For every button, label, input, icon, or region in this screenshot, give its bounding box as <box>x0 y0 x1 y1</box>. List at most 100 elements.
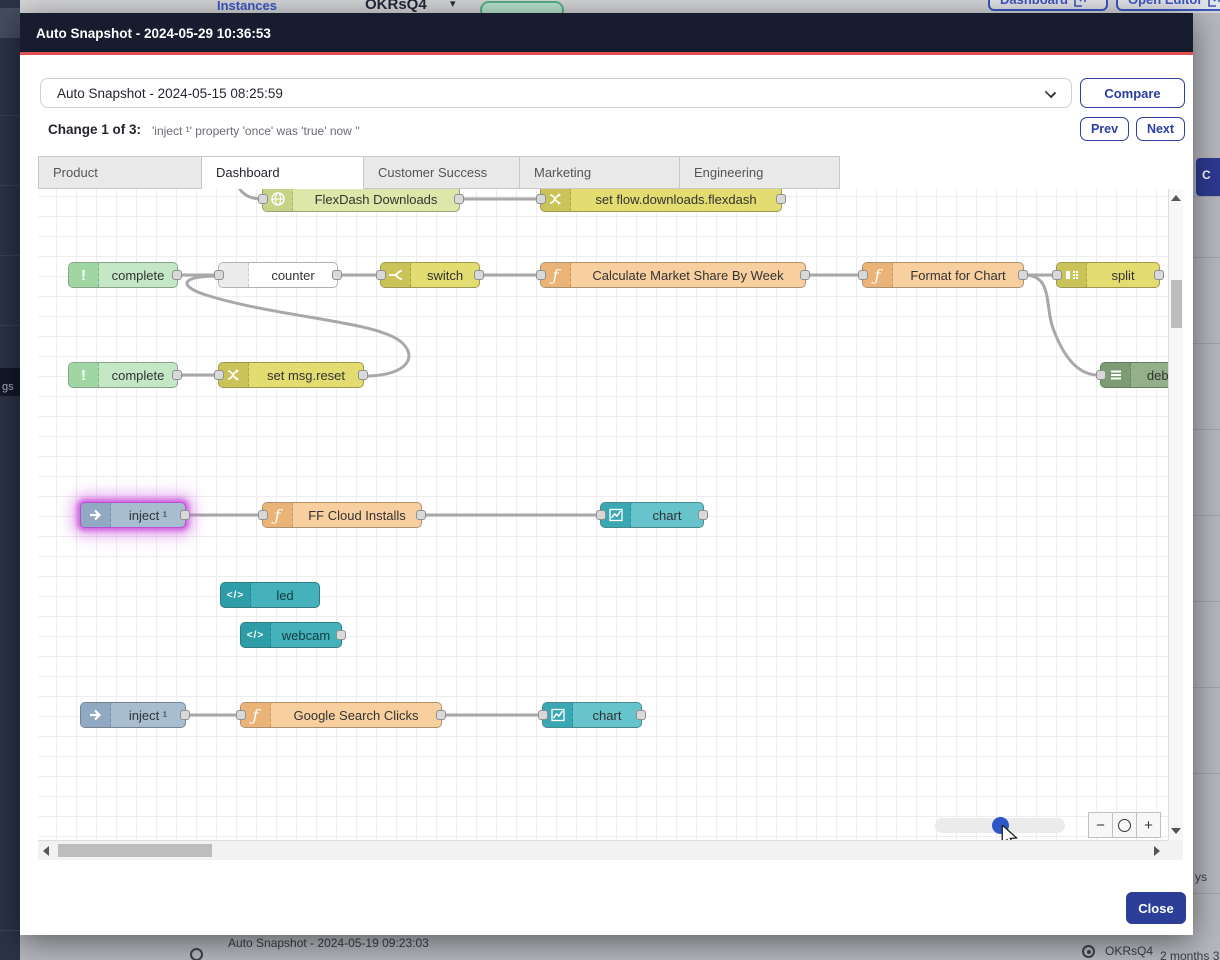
tab-product[interactable]: Product <box>38 156 202 189</box>
close-button[interactable]: Close <box>1126 892 1186 924</box>
node-debug[interactable]: debug <box>1100 362 1168 388</box>
open-editor-button[interactable]: Open Editor <box>1116 0 1220 11</box>
port-output[interactable] <box>474 270 484 280</box>
node-label: complete <box>99 363 177 387</box>
port-output[interactable] <box>454 194 464 204</box>
snapshot-select[interactable]: Auto Snapshot - 2024-05-15 08:25:59 <box>40 78 1072 108</box>
wire <box>187 276 409 376</box>
port-output[interactable] <box>332 270 342 280</box>
port-output[interactable] <box>180 510 190 520</box>
node-label: Calculate Market Share By Week <box>571 263 805 287</box>
background-text-fragment: ys <box>1195 870 1207 884</box>
mouse-cursor <box>998 825 1020 840</box>
exclamation-icon: ! <box>69 363 99 387</box>
chevron-down-icon: ▾ <box>450 0 456 10</box>
node-flexdash-downloads[interactable]: FlexDash Downloads <box>262 189 460 212</box>
port-output[interactable] <box>172 270 182 280</box>
port-output[interactable] <box>698 510 708 520</box>
node-webcam[interactable]: </> webcam <box>240 622 342 648</box>
zoom-out-button[interactable]: − <box>1089 813 1113 837</box>
snapshot-select-value: Auto Snapshot - 2024-05-15 08:25:59 <box>57 86 283 101</box>
prev-button[interactable]: Prev <box>1080 117 1129 141</box>
port-output[interactable] <box>180 710 190 720</box>
node-complete-1[interactable]: ! complete <box>68 262 178 288</box>
wire <box>1024 275 1098 375</box>
port-output[interactable] <box>800 270 810 280</box>
port-input[interactable] <box>1052 270 1062 280</box>
tab-marketing[interactable]: Marketing <box>520 156 680 189</box>
instance-name: OKRsQ4 <box>365 0 427 13</box>
flow-canvas[interactable]: FlexDash Downloads set flow.downloads.fl… <box>38 189 1168 840</box>
port-input[interactable] <box>214 370 224 380</box>
node-switch[interactable]: switch <box>380 262 480 288</box>
compare-button[interactable]: Compare <box>1080 78 1185 108</box>
node-format-for-chart[interactable]: ƒ Format for Chart <box>862 262 1024 288</box>
node-ff-cloud-installs[interactable]: ƒ FF Cloud Installs <box>262 502 422 528</box>
port-output[interactable] <box>436 710 446 720</box>
node-complete-2[interactable]: ! complete <box>68 362 178 388</box>
node-counter[interactable]: counter <box>218 262 338 288</box>
node-label: FlexDash Downloads <box>293 189 459 211</box>
zoom-in-button[interactable]: + <box>1137 813 1160 837</box>
port-input[interactable] <box>376 270 386 280</box>
node-label: chart <box>573 703 641 727</box>
node-chart-1[interactable]: chart <box>600 502 704 528</box>
inject-arrow-icon <box>81 703 111 727</box>
instances-breadcrumb[interactable]: Instances <box>217 0 277 13</box>
scroll-right-icon[interactable] <box>1154 846 1160 856</box>
node-split[interactable]: split <box>1056 262 1160 288</box>
sidebar-item[interactable] <box>0 8 20 38</box>
vertical-scrollbar-thumb[interactable] <box>1171 280 1182 328</box>
port-input[interactable] <box>258 510 268 520</box>
node-calculate-market-share[interactable]: ƒ Calculate Market Share By Week <box>540 262 806 288</box>
next-button[interactable]: Next <box>1136 117 1185 141</box>
port-output[interactable] <box>336 630 346 640</box>
node-label: webcam <box>271 623 341 647</box>
template-code-icon: </> <box>221 583 251 607</box>
port-output[interactable] <box>1154 270 1164 280</box>
node-label: debug <box>1131 363 1168 387</box>
port-input[interactable] <box>538 710 548 720</box>
scrollbar-corner <box>1168 840 1183 860</box>
vertical-scrollbar[interactable] <box>1168 189 1183 840</box>
tab-engineering[interactable]: Engineering <box>680 156 840 189</box>
background-instance-name: OKRsQ4 <box>1105 944 1153 958</box>
scroll-up-icon[interactable] <box>1171 195 1181 201</box>
background-table-edge: C ys <box>1193 13 1220 935</box>
horizontal-scrollbar[interactable] <box>38 840 1168 860</box>
node-inject-highlighted[interactable]: inject ¹ <box>80 502 186 528</box>
port-output[interactable] <box>1018 270 1028 280</box>
tab-dashboard[interactable]: Dashboard <box>202 156 364 189</box>
port-input[interactable] <box>858 270 868 280</box>
node-chart-2[interactable]: chart <box>542 702 642 728</box>
clock-icon <box>190 948 203 960</box>
scroll-left-icon[interactable] <box>43 846 49 856</box>
port-input[interactable] <box>536 270 546 280</box>
port-input[interactable] <box>536 194 546 204</box>
node-set-msg-reset[interactable]: set msg.reset <box>218 362 364 388</box>
node-label: set msg.reset <box>249 363 363 387</box>
port-output[interactable] <box>776 194 786 204</box>
port-output[interactable] <box>636 710 646 720</box>
node-inject-2[interactable]: inject ¹ <box>80 702 186 728</box>
port-input[interactable] <box>214 270 224 280</box>
port-input[interactable] <box>596 510 606 520</box>
port-input[interactable] <box>236 710 246 720</box>
node-set-flow-downloads[interactable]: set flow.downloads.flexdash <box>540 189 782 212</box>
screen: Instances OKRsQ4 ▾ Dashboard Open Editor… <box>0 0 1220 960</box>
horizontal-scrollbar-thumb[interactable] <box>58 844 212 857</box>
scroll-down-icon[interactable] <box>1171 828 1181 834</box>
target-icon <box>1082 945 1095 958</box>
port-input[interactable] <box>258 194 268 204</box>
dashboard-button[interactable]: Dashboard <box>988 0 1108 11</box>
background-snapshot-name: Auto Snapshot - 2024-05-19 09:23:03 <box>228 936 429 950</box>
port-input[interactable] <box>1096 370 1106 380</box>
port-output[interactable] <box>172 370 182 380</box>
node-led[interactable]: </> led <box>220 582 320 608</box>
port-output[interactable] <box>416 510 426 520</box>
tab-customer-success[interactable]: Customer Success <box>364 156 520 189</box>
dialog-title: Auto Snapshot - 2024-05-29 10:36:53 <box>36 26 271 41</box>
zoom-reset-button[interactable] <box>1113 813 1137 837</box>
node-google-search-clicks[interactable]: ƒ Google Search Clicks <box>240 702 442 728</box>
port-output[interactable] <box>358 370 368 380</box>
